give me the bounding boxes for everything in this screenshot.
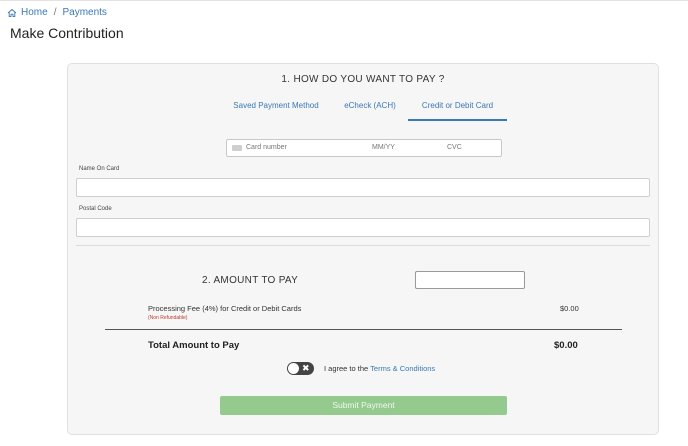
toggle-knob <box>288 363 299 374</box>
processing-fee-label: Processing Fee (4%) for Credit or Debit … <box>148 304 302 313</box>
close-icon: ✖ <box>302 363 310 373</box>
terms-agreement-toggle[interactable]: ✖ <box>287 362 314 375</box>
section-pay-method-title: 1. HOW DO YOU WANT TO PAY ? <box>281 74 445 85</box>
breadcrumb-payments-link[interactable]: Payments <box>62 7 106 18</box>
card-details-input[interactable]: Card number MM/YY CVC <box>226 139 502 157</box>
card-number-placeholder: Card number <box>246 144 287 151</box>
processing-fee-value: $0.00 <box>560 304 579 313</box>
section-amount-title: 2. AMOUNT TO PAY <box>202 275 299 286</box>
postal-code-label: Postal Code <box>79 206 112 212</box>
tab-echeck-ach[interactable]: eCheck (ACH) <box>339 101 401 121</box>
submit-payment-button[interactable]: Submit Payment <box>220 396 507 415</box>
tab-saved-payment-method[interactable]: Saved Payment Method <box>228 101 324 121</box>
total-amount-value: $0.00 <box>554 340 578 351</box>
amount-input[interactable] <box>415 271 525 289</box>
terms-agreement-text: I agree to the Terms & Conditions <box>324 364 435 373</box>
credit-card-icon <box>232 145 242 151</box>
card-cvc-placeholder: CVC <box>447 144 462 151</box>
breadcrumb: Home / Payments <box>7 7 107 18</box>
breadcrumb-home-link[interactable]: Home <box>21 7 48 18</box>
payment-panel: 1. HOW DO YOU WANT TO PAY ? Saved Paymen… <box>67 63 659 435</box>
tab-credit-debit-card[interactable]: Credit or Debit Card <box>408 101 507 121</box>
non-refundable-note: (Non Refundable) <box>148 315 188 321</box>
home-icon <box>7 8 17 17</box>
name-on-card-field[interactable] <box>76 178 650 197</box>
terms-agreement-prefix: I agree to the <box>324 364 371 373</box>
payment-method-tabs: Saved Payment Method eCheck (ACH) Credit… <box>68 101 658 121</box>
terms-conditions-link[interactable]: Terms & Conditions <box>370 364 435 373</box>
page-title: Make Contribution <box>10 25 124 41</box>
section-divider <box>76 245 650 246</box>
postal-code-field[interactable] <box>76 218 650 237</box>
breadcrumb-separator: / <box>53 7 57 18</box>
name-on-card-label: Name On Card <box>79 166 120 172</box>
top-divider <box>0 0 688 1</box>
total-amount-label: Total Amount to Pay <box>148 340 240 351</box>
total-divider <box>105 329 622 330</box>
card-expiry-placeholder: MM/YY <box>372 144 395 151</box>
